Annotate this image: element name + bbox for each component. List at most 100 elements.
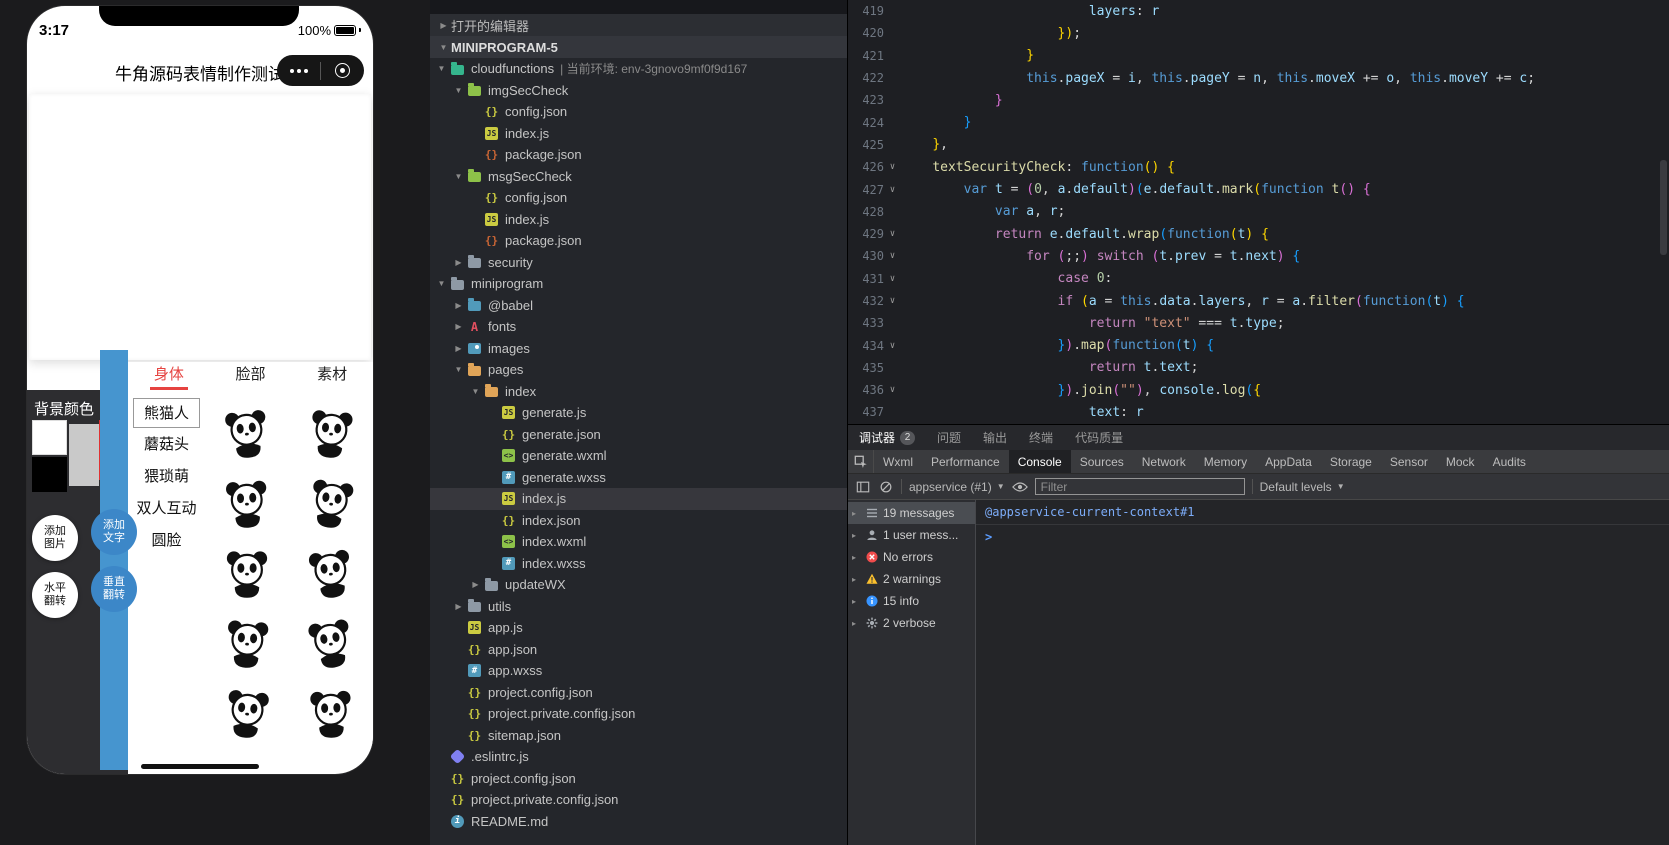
toggle-sidebar-icon[interactable] [855, 479, 871, 495]
devtools-panel-tab-sensor[interactable]: Sensor [1381, 450, 1437, 473]
tree-item-project.config.json[interactable]: {} project.config.json [430, 768, 847, 790]
tree-item-msgSecCheck[interactable]: ▼ msgSecCheck [430, 166, 847, 188]
debugger-tab-问题[interactable]: 问题 [926, 425, 972, 450]
tree-item-app.json[interactable]: {} app.json [430, 639, 847, 661]
debugger-tab-调试器[interactable]: 调试器 2 [848, 425, 926, 450]
tree-item-generate.json[interactable]: {} generate.json [430, 424, 847, 446]
tree-item-project.private.config.json[interactable]: {} project.private.config.json [430, 703, 847, 725]
minimize-target-icon[interactable] [321, 63, 364, 78]
devtools-panel-tab-appdata[interactable]: AppData [1256, 450, 1321, 473]
tree-item-miniprogram[interactable]: ▼ miniprogram [430, 273, 847, 295]
tree-item-pages[interactable]: ▼ pages [430, 359, 847, 381]
more-icon[interactable] [277, 68, 320, 73]
debugger-tab-终端[interactable]: 终端 [1018, 425, 1064, 450]
panda-sticker[interactable] [296, 470, 366, 540]
chevron-right-icon[interactable]: ▶ [468, 580, 483, 589]
tree-item-fonts[interactable]: ▶ Afonts [430, 316, 847, 338]
chevron-right-icon[interactable]: ▶ [451, 322, 466, 331]
inspect-element-icon[interactable] [848, 450, 874, 473]
panda-sticker[interactable] [297, 401, 364, 468]
devtools-panel-tab-console[interactable]: Console [1008, 450, 1071, 473]
tree-item-index.json[interactable]: {} index.json [430, 510, 847, 532]
category-猥琐萌[interactable]: 猥琐萌 [133, 462, 200, 492]
fold-chevron-icon[interactable]: ∨ [884, 341, 901, 351]
clear-console-icon[interactable] [878, 479, 894, 495]
chevron-right-icon[interactable]: ▶ [451, 344, 466, 353]
category-蘑菇头[interactable]: 蘑菇头 [133, 430, 200, 460]
action-button-添加图片[interactable]: 添加 图片 [32, 515, 78, 561]
open-editors-header[interactable]: ▶ 打开的编辑器 [430, 14, 847, 36]
eye-icon[interactable] [1011, 479, 1028, 495]
execution-context-selector[interactable]: appservice (#1) ▼ [909, 480, 1005, 494]
chevron-right-icon[interactable]: ▶ [451, 258, 466, 267]
console-filter-verbose[interactable]: ▸ 2 verbose [848, 612, 975, 634]
tree-item-config.json[interactable]: {} config.json [430, 187, 847, 209]
tree-item-generate.wxml[interactable]: <> generate.wxml [430, 445, 847, 467]
tab-身体[interactable]: 身体 [128, 362, 210, 390]
tree-item-index.wxss[interactable]: # index.wxss [430, 553, 847, 575]
drawer-handle-bar[interactable] [100, 350, 128, 770]
tree-item-generate.wxss[interactable]: # generate.wxss [430, 467, 847, 489]
tree-item-package.json[interactable]: {} package.json [430, 230, 847, 252]
devtools-panel-tab-performance[interactable]: Performance [922, 450, 1009, 473]
tree-item-.eslintrc.js[interactable]: .eslintrc.js [430, 746, 847, 768]
category-双人互动[interactable]: 双人互动 [133, 494, 200, 524]
action-button-添加文字[interactable]: 添加 文字 [91, 509, 137, 555]
panda-sticker[interactable] [296, 610, 367, 681]
tree-item-sitemap.json[interactable]: {} sitemap.json [430, 725, 847, 747]
fold-chevron-icon[interactable]: ∨ [884, 185, 901, 195]
panda-sticker[interactable] [216, 544, 278, 606]
panda-sticker[interactable] [296, 540, 365, 609]
tree-item-index[interactable]: ▼ index [430, 381, 847, 403]
chevron-down-icon[interactable]: ▼ [468, 387, 483, 396]
panda-sticker[interactable] [214, 472, 279, 537]
chevron-down-icon[interactable]: ▼ [434, 279, 449, 288]
debugger-tab-输出[interactable]: 输出 [972, 425, 1018, 450]
devtools-panel-tab-storage[interactable]: Storage [1321, 450, 1381, 473]
tree-item-index.wxml[interactable]: <> index.wxml [430, 531, 847, 553]
console-prompt[interactable]: > [976, 525, 1669, 549]
action-button-垂直翻转[interactable]: 垂直 翻转 [91, 566, 137, 612]
category-圆脸[interactable]: 圆脸 [133, 526, 200, 556]
fold-chevron-icon[interactable]: ∨ [884, 274, 901, 284]
chevron-right-icon[interactable]: ▶ [451, 602, 466, 611]
console-filter-error[interactable]: ▸ No errors [848, 546, 975, 568]
tree-item-@babel[interactable]: ▶ @babel [430, 295, 847, 317]
tree-item-utils[interactable]: ▶ utils [430, 596, 847, 618]
console-filter-list[interactable]: ▸ 19 messages [848, 502, 975, 524]
chevron-down-icon[interactable]: ▼ [451, 172, 466, 181]
fold-chevron-icon[interactable]: ∨ [884, 162, 901, 172]
chevron-down-icon[interactable]: ▼ [451, 365, 466, 374]
editor-scrollbar[interactable] [1660, 160, 1667, 255]
panda-sticker[interactable] [299, 683, 363, 747]
debugger-tab-代码质量[interactable]: 代码质量 [1064, 425, 1134, 450]
devtools-panel-tab-mock[interactable]: Mock [1437, 450, 1484, 473]
category-熊猫人[interactable]: 熊猫人 [133, 398, 200, 428]
log-level-selector[interactable]: Default levels ▼ [1260, 480, 1345, 494]
panda-sticker[interactable] [213, 401, 281, 469]
devtools-panel-tab-audits[interactable]: Audits [1484, 450, 1535, 473]
tree-item-images[interactable]: ▶ images [430, 338, 847, 360]
tree-item-README.md[interactable]: i README.md [430, 811, 847, 833]
console-filter-info[interactable]: ▸ 15 info [848, 590, 975, 612]
console-filter-warning[interactable]: ▸ 2 warnings [848, 568, 975, 590]
devtools-panel-tab-wxml[interactable]: Wxml [874, 450, 922, 473]
tree-item-project.private.config.json[interactable]: {} project.private.config.json [430, 789, 847, 811]
tree-item-index.js[interactable]: JS index.js [430, 488, 847, 510]
chevron-down-icon[interactable]: ▼ [451, 86, 466, 95]
tree-item-security[interactable]: ▶ security [430, 252, 847, 274]
tree-item-updateWX[interactable]: ▶ updateWX [430, 574, 847, 596]
tree-item-app.wxss[interactable]: # app.wxss [430, 660, 847, 682]
console-context-line[interactable]: @appservice-current-context#1 [976, 500, 1669, 525]
tree-item-project.config.json[interactable]: {} project.config.json [430, 682, 847, 704]
fold-chevron-icon[interactable]: ∨ [884, 296, 901, 306]
panda-sticker[interactable] [214, 612, 280, 678]
tree-item-index.js[interactable]: JS index.js [430, 209, 847, 231]
action-button-水平翻转[interactable]: 水平 翻转 [32, 572, 78, 618]
console-filter-input[interactable] [1034, 478, 1245, 495]
tree-item-generate.js[interactable]: JS generate.js [430, 402, 847, 424]
fold-chevron-icon[interactable]: ∨ [884, 385, 901, 395]
fold-chevron-icon[interactable]: ∨ [884, 229, 901, 239]
panda-sticker[interactable] [213, 681, 281, 749]
console-filter-user[interactable]: ▸ 1 user mess... [848, 524, 975, 546]
